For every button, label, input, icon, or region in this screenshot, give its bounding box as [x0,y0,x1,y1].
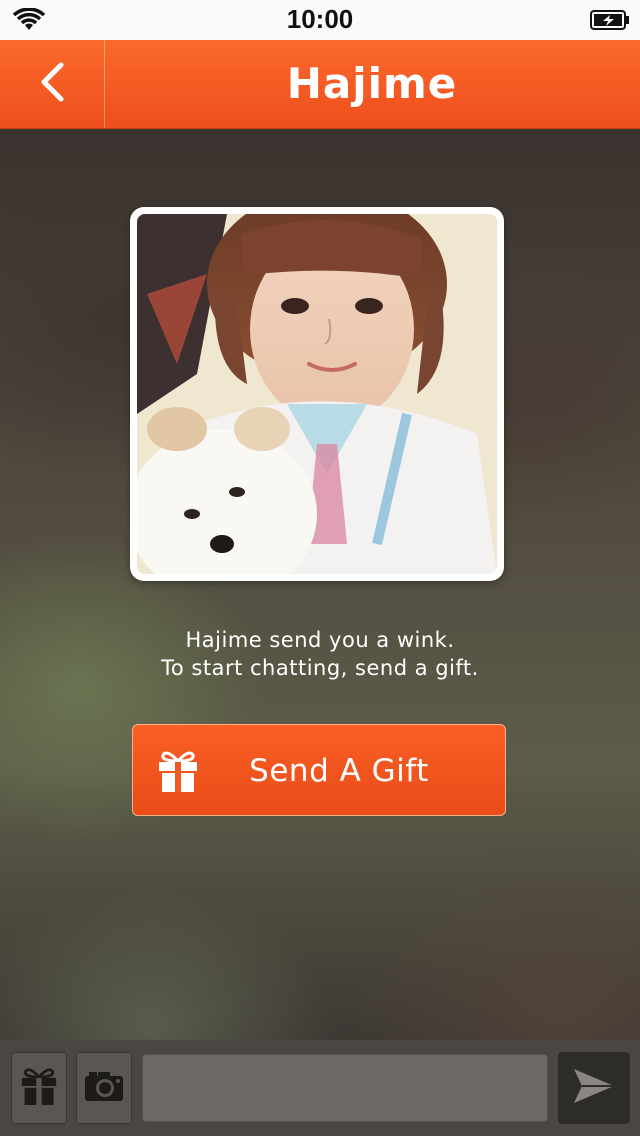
battery-charging-icon [590,10,630,34]
send-icon [572,1067,616,1109]
page-title: Hajime [286,59,458,108]
chevron-left-icon [37,61,67,107]
wink-message-line-2: To start chatting, send a gift. [161,656,479,680]
send-gift-label: Send A Gift [249,753,429,789]
wink-message: Hajime send you a wink. To start chattin… [0,626,640,682]
status-time: 10:00 [286,4,354,34]
gift-button[interactable] [11,1052,67,1124]
message-input[interactable] [142,1054,548,1122]
chat-toolbar [0,1040,640,1136]
camera-button[interactable] [76,1052,132,1124]
gift-icon [20,1066,58,1110]
status-bar: 10:00 [0,0,640,40]
back-button[interactable] [0,40,105,128]
wink-message-line-1: Hajime send you a wink. [185,628,455,652]
gift-icon [157,749,199,797]
camera-icon [84,1070,124,1106]
nav-bar: Hajime [0,40,640,129]
profile-photo [137,214,497,574]
send-gift-button[interactable]: Send A Gift [132,724,506,816]
profile-photo-card[interactable] [130,207,504,581]
send-button[interactable] [558,1052,630,1124]
